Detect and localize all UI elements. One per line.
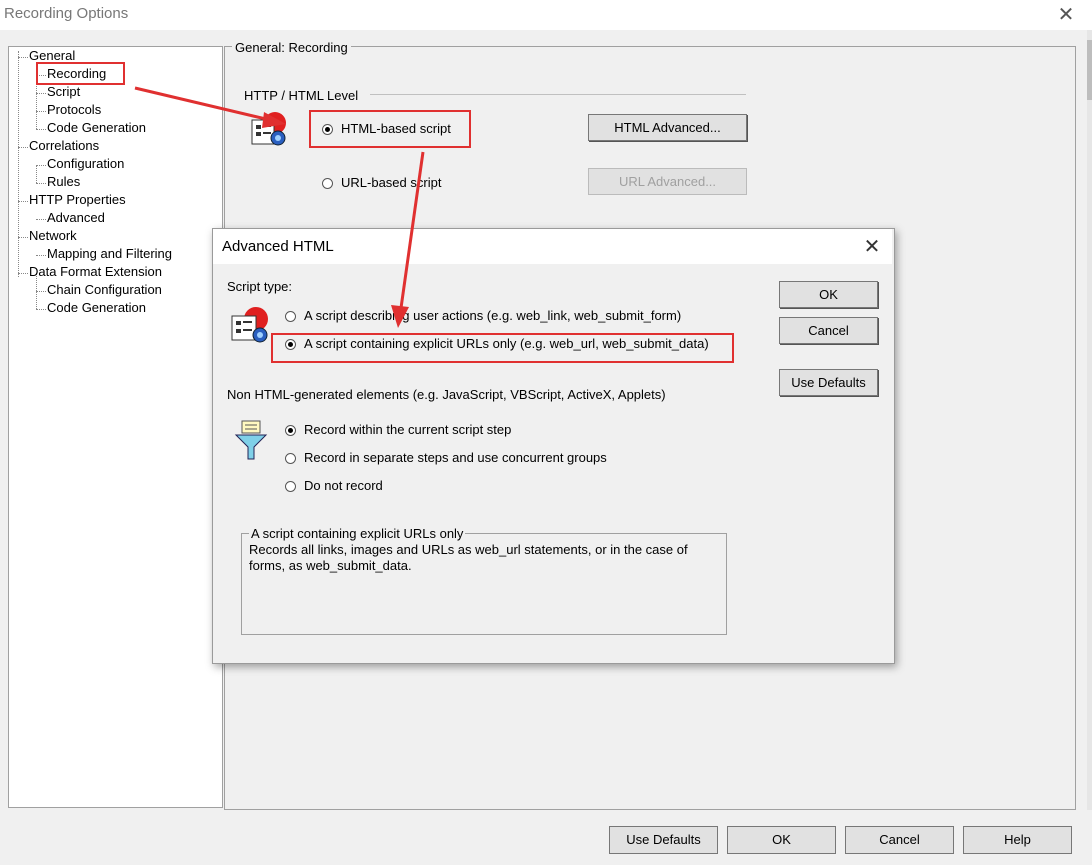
explicit-urls-highlight-box — [271, 333, 734, 363]
help-button[interactable]: Help — [963, 826, 1072, 854]
tree-item-advanced[interactable]: Advanced — [47, 209, 105, 227]
url-based-label: URL-based script — [341, 175, 442, 190]
do-not-record-radio[interactable] — [285, 481, 296, 492]
current-step-radio[interactable] — [285, 425, 296, 436]
window-titlebar — [0, 0, 1092, 30]
non-html-label: Non HTML-generated elements (e.g. JavaSc… — [227, 387, 666, 402]
url-based-radio[interactable] — [322, 178, 333, 189]
window-title: Recording Options — [4, 5, 129, 22]
options-tree: General Recording Script Protocols Code … — [8, 46, 223, 808]
cancel-button[interactable]: Cancel — [845, 826, 954, 854]
dialog-close-icon[interactable]: ✕ — [862, 234, 882, 259]
tree-item-protocols[interactable]: Protocols — [47, 101, 101, 119]
close-icon[interactable]: ✕ — [1056, 2, 1076, 27]
use-defaults-button[interactable]: Use Defaults — [609, 826, 718, 854]
tree-item-chain-configuration[interactable]: Chain Configuration — [47, 281, 162, 299]
tree-item-network[interactable]: Network — [29, 227, 77, 245]
url-advanced-button[interactable]: URL Advanced... — [588, 168, 747, 195]
dialog-cancel-button[interactable]: Cancel — [779, 317, 878, 344]
panel-title: General: Recording — [232, 40, 351, 55]
dialog-title: Advanced HTML — [222, 238, 334, 255]
tree-item-data-format-extension[interactable]: Data Format Extension — [29, 263, 162, 281]
current-step-label: Record within the current script step — [304, 422, 512, 437]
tree-item-correlations[interactable]: Correlations — [29, 137, 99, 155]
separate-steps-label: Record in separate steps and use concurr… — [304, 450, 607, 465]
do-not-record-label: Do not record — [304, 478, 383, 493]
group-divider — [370, 94, 746, 95]
html-based-highlight-box — [309, 110, 471, 148]
script-type-label: Script type: — [227, 279, 293, 294]
tree-item-mapping-filtering[interactable]: Mapping and Filtering — [47, 245, 172, 263]
tree-item-code-generation-2[interactable]: Code Generation — [47, 299, 146, 317]
html-advanced-button[interactable]: HTML Advanced... — [588, 114, 747, 141]
tree-item-code-generation[interactable]: Code Generation — [47, 119, 146, 137]
dialog-use-defaults-button[interactable]: Use Defaults — [779, 369, 878, 396]
description-text: Records all links, images and URLs as we… — [249, 542, 688, 573]
html-script-icon — [251, 112, 286, 146]
dialog-ok-button[interactable]: OK — [779, 281, 878, 308]
tree-item-script[interactable]: Script — [47, 83, 80, 101]
tree-item-configuration[interactable]: Configuration — [47, 155, 124, 173]
ok-button[interactable]: OK — [727, 826, 836, 854]
tree-item-rules[interactable]: Rules — [47, 173, 80, 191]
user-actions-radio[interactable] — [285, 311, 296, 322]
http-level-label: HTTP / HTML Level — [244, 88, 359, 103]
window-scrollbar[interactable] — [1087, 30, 1092, 810]
tree-item-http-properties[interactable]: HTTP Properties — [29, 191, 126, 209]
filter-icon — [234, 420, 268, 460]
separate-steps-radio[interactable] — [285, 453, 296, 464]
description-title: A script containing explicit URLs only — [249, 526, 466, 541]
script-type-icon — [231, 307, 268, 343]
recording-highlight-box — [36, 62, 125, 85]
user-actions-label: A script describing user actions (e.g. w… — [304, 308, 682, 323]
